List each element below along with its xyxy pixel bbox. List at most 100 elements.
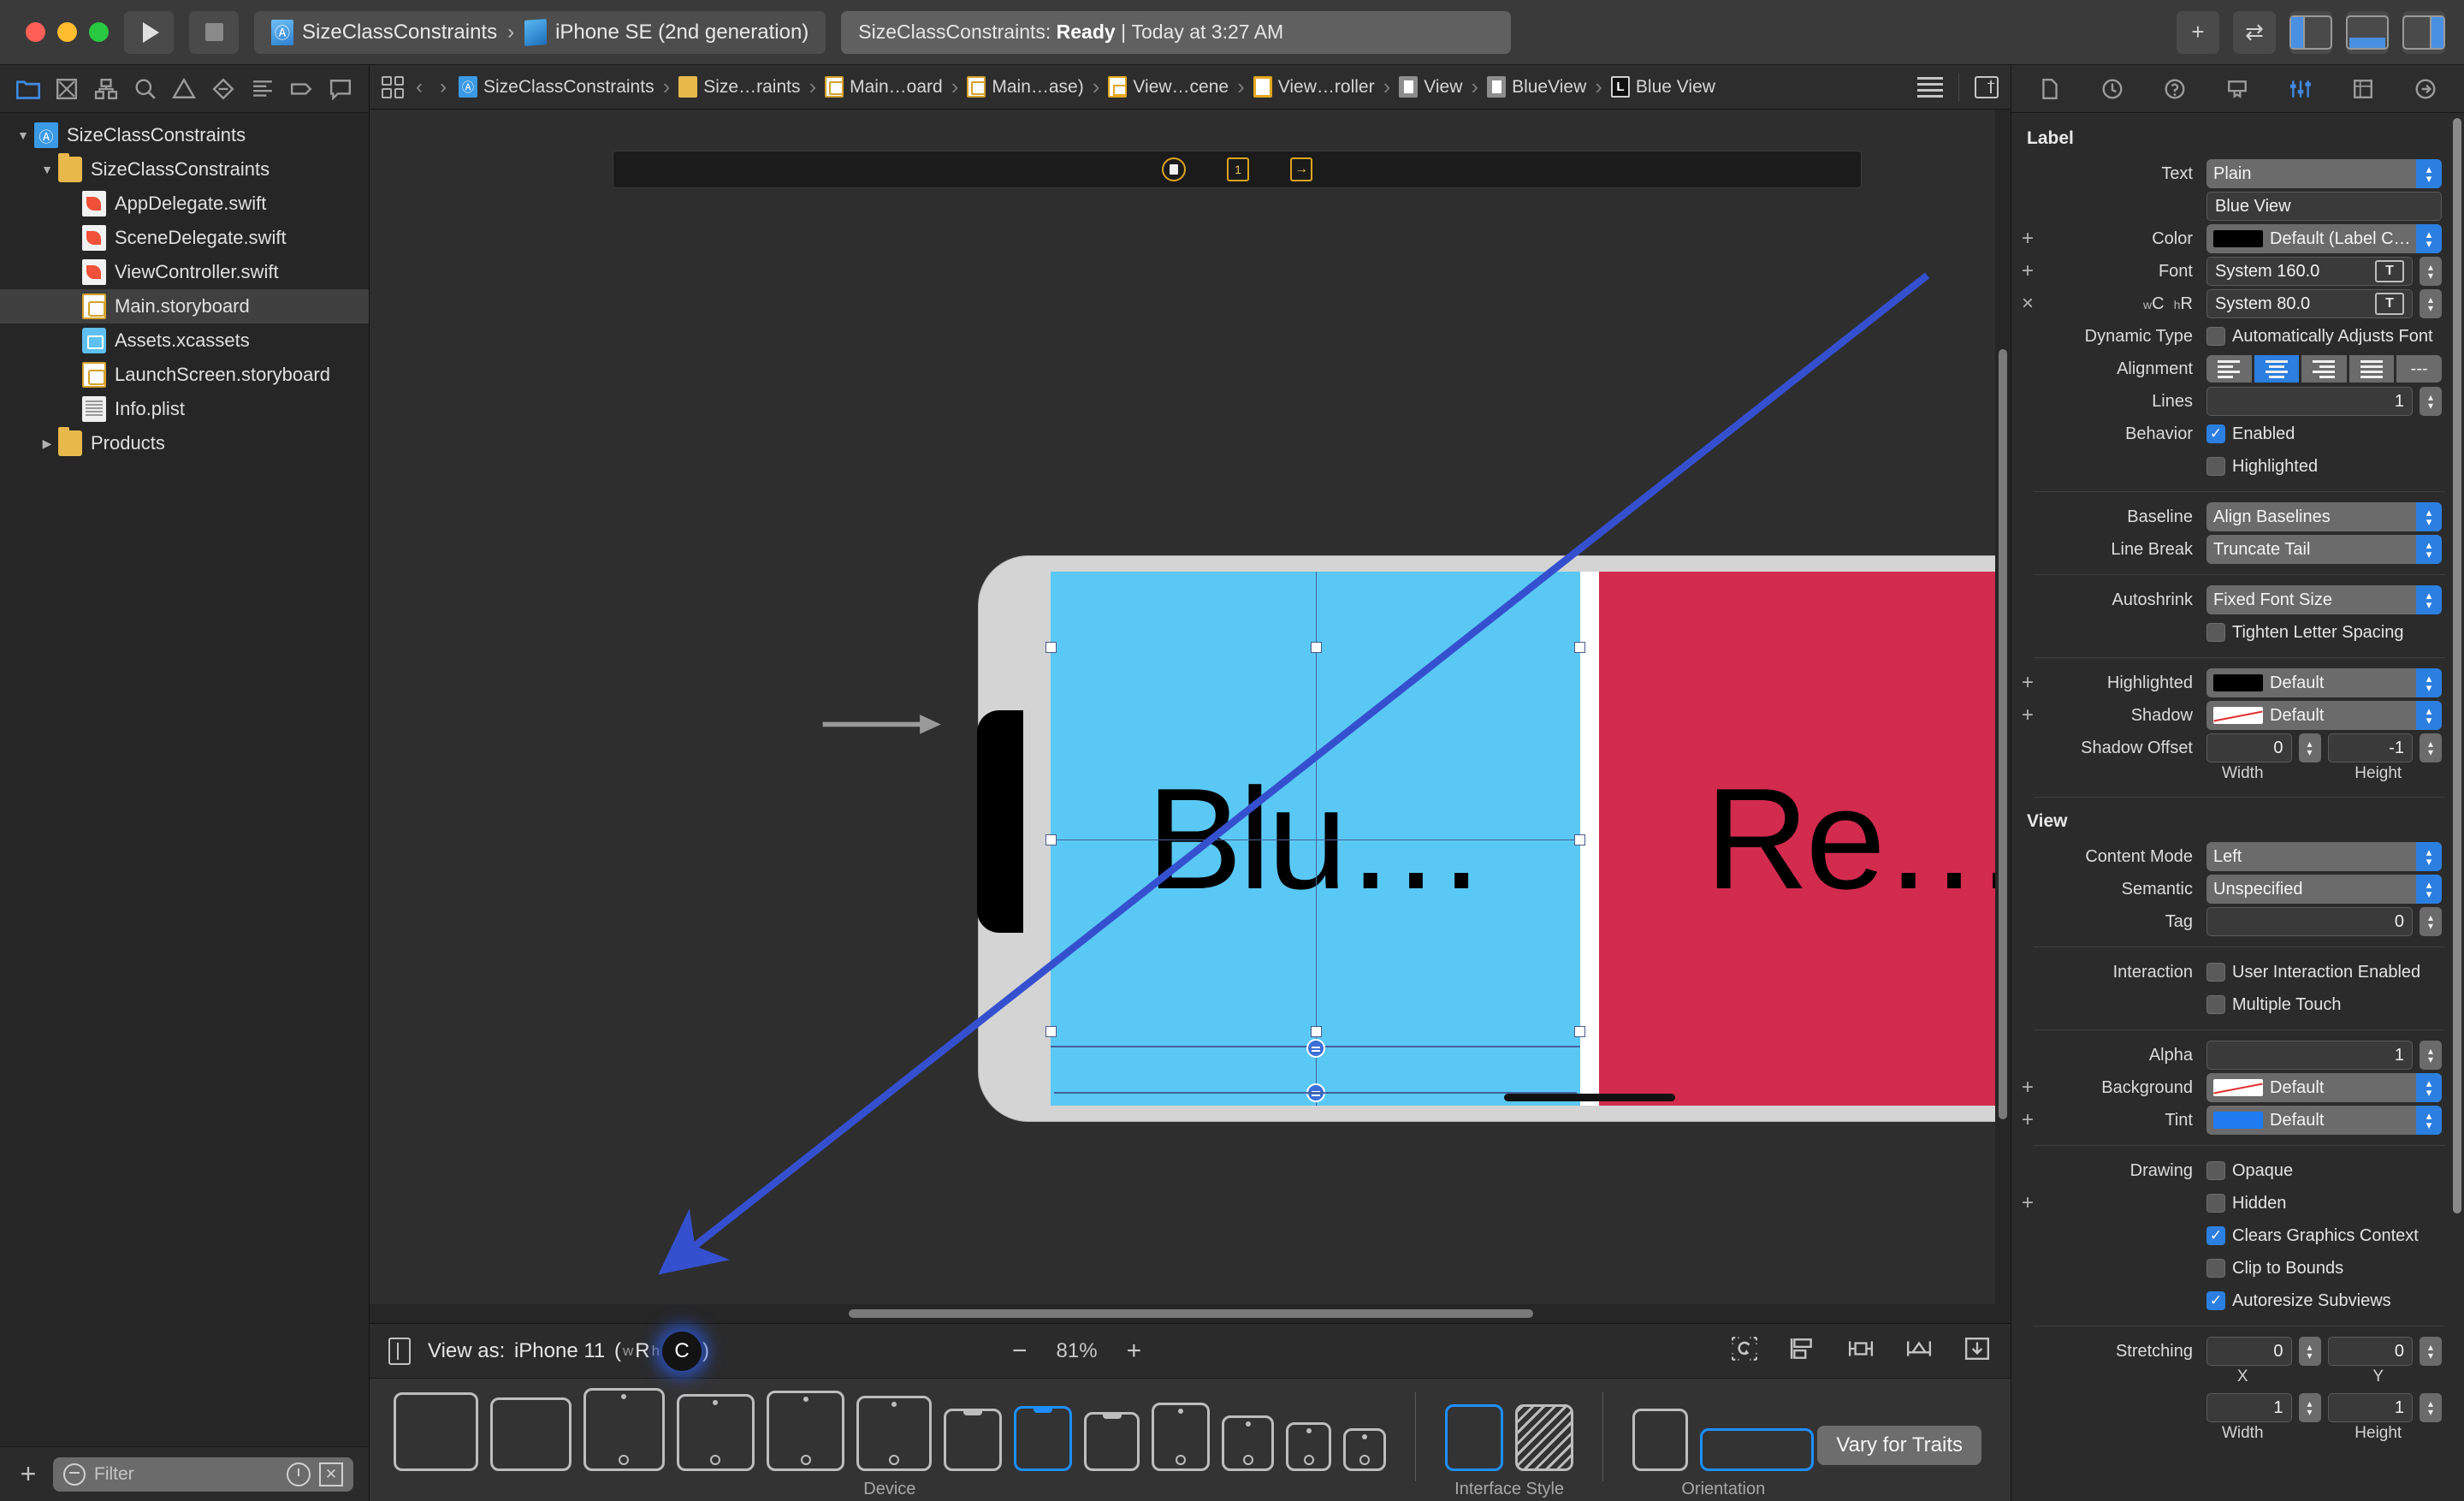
- alignment-row[interactable]: Alignment ---: [2011, 353, 2464, 385]
- background-row[interactable]: + Background Default ▴ ▾: [2011, 1071, 2464, 1104]
- text-style-select[interactable]: Plain ▴ ▾: [2206, 159, 2442, 188]
- tag-row[interactable]: Tag 0 ▴ ▾: [2011, 905, 2464, 938]
- debug-navigator-tab[interactable]: [248, 76, 277, 102]
- minimize-window-button[interactable]: [57, 22, 77, 42]
- font-row[interactable]: + Font System 160.0 T ▴ ▾: [2011, 255, 2464, 288]
- font-picker-icon[interactable]: T: [2375, 293, 2404, 315]
- stretching-xy-row[interactable]: Stretching 0 ▴ ▾ 0 ▴ ▾: [2011, 1335, 2464, 1368]
- add-variation-highlighted-button[interactable]: +: [2018, 671, 2037, 695]
- source-control-filter-icon[interactable]: [319, 1462, 343, 1486]
- file-inspector-tab[interactable]: [2035, 76, 2064, 102]
- device-option[interactable]: [676, 1393, 755, 1471]
- interface-style-option[interactable]: [1515, 1404, 1574, 1471]
- align-icon[interactable]: [1788, 1336, 1817, 1366]
- navigator-item[interactable]: ViewController.swift: [0, 255, 369, 289]
- user-interaction-row[interactable]: Interaction User Interaction Enabled: [2011, 956, 2464, 988]
- back-button[interactable]: ‹: [411, 75, 428, 99]
- shadow-select[interactable]: Default ▴ ▾: [2206, 701, 2442, 730]
- shadow-offset-height-field[interactable]: -1: [2327, 733, 2413, 762]
- breadcrumb-item[interactable]: Size…raints: [678, 76, 800, 98]
- update-frames-icon[interactable]: [1730, 1336, 1759, 1366]
- shadow-offset-height-stepper[interactable]: ▴ ▾: [2420, 733, 2442, 762]
- align-natural-button[interactable]: ---: [2396, 355, 2442, 383]
- semantic-row[interactable]: Semantic Unspecified ▴ ▾: [2011, 873, 2464, 905]
- forward-button[interactable]: ›: [435, 75, 452, 99]
- identity-inspector-tab[interactable]: [2223, 76, 2252, 102]
- hidden-checkbox[interactable]: [2206, 1194, 2225, 1213]
- device-option[interactable]: [489, 1397, 572, 1471]
- font-picker-icon[interactable]: T: [2375, 260, 2404, 282]
- navigator-item[interactable]: SceneDelegate.swift: [0, 221, 369, 255]
- trait-height-highlight[interactable]: C: [662, 1331, 702, 1371]
- toggle-assistant-button[interactable]: ⇄: [2233, 10, 2277, 54]
- align-justified-button[interactable]: [2348, 355, 2395, 383]
- alpha-row[interactable]: Alpha 1 ▴ ▾: [2011, 1039, 2464, 1071]
- stretching-height-field[interactable]: 1: [2327, 1393, 2413, 1422]
- device-preview[interactable]: Blu… Re…: [977, 556, 2011, 1121]
- device-option[interactable]: [1151, 1403, 1211, 1471]
- scene-dock[interactable]: 1: [613, 151, 1862, 188]
- multiple-touch-checkbox[interactable]: [2206, 995, 2225, 1014]
- content-mode-row[interactable]: Content Mode Left ▴ ▾: [2011, 840, 2464, 873]
- device-option[interactable]: [1084, 1411, 1140, 1471]
- lines-stepper[interactable]: ▴ ▾: [2420, 387, 2442, 416]
- navigator-item[interactable]: AppDelegate.swift: [0, 187, 369, 221]
- user-interaction-enabled-checkbox[interactable]: [2206, 963, 2225, 982]
- filter-field[interactable]: Filter: [53, 1457, 353, 1492]
- vary-for-traits-button[interactable]: Vary for Traits: [1817, 1426, 1981, 1465]
- alignment-segmented-control[interactable]: ---: [2206, 355, 2442, 383]
- red-view-label[interactable]: Re…: [1705, 767, 2011, 911]
- tighten-letter-spacing-row[interactable]: Tighten Letter Spacing: [2011, 616, 2464, 649]
- font-field[interactable]: System 160.0 T: [2206, 257, 2413, 286]
- highlighted-color-row[interactable]: + Highlighted Default ▴ ▾: [2011, 667, 2464, 699]
- clears-graphics-context-checkbox[interactable]: [2206, 1226, 2225, 1245]
- color-row[interactable]: + Color Default (Label C… ▴ ▾: [2011, 222, 2464, 255]
- tighten-letter-spacing-checkbox[interactable]: [2206, 623, 2225, 642]
- navigator-item[interactable]: Assets.xcassets: [0, 323, 369, 358]
- close-window-button[interactable]: [26, 22, 45, 42]
- multiple-touch-row[interactable]: Multiple Touch: [2011, 988, 2464, 1021]
- font-variation-field[interactable]: System 80.0 T: [2206, 289, 2413, 318]
- drawing-clip-row[interactable]: Clip to Bounds: [2011, 1252, 2464, 1284]
- device-option[interactable]: [1222, 1415, 1275, 1471]
- add-variation-color-button[interactable]: +: [2018, 227, 2037, 251]
- breadcrumb-item[interactable]: Main…oard: [825, 76, 943, 98]
- shadow-offset-width-stepper[interactable]: ▴ ▾: [2298, 733, 2321, 762]
- disclosure-triangle-icon[interactable]: ▼: [12, 128, 34, 142]
- activity-status-bar[interactable]: SizeClassConstraints: Ready | Today at 3…: [841, 10, 1511, 54]
- highlighted-color-select[interactable]: Default ▴ ▾: [2206, 668, 2442, 697]
- device-option[interactable]: [856, 1395, 932, 1471]
- line-break-row[interactable]: Line Break Truncate Tail ▴ ▾: [2011, 533, 2464, 566]
- text-content-field[interactable]: Blue View: [2206, 192, 2442, 221]
- shadow-row[interactable]: + Shadow Default ▴ ▾: [2011, 699, 2464, 732]
- device-option[interactable]: [1286, 1422, 1332, 1471]
- behavior-enabled-row[interactable]: Behavior Enabled: [2011, 418, 2464, 450]
- color-select[interactable]: Default (Label C… ▴ ▾: [2206, 224, 2442, 253]
- symbol-navigator-tab[interactable]: [92, 76, 121, 102]
- font-stepper[interactable]: ▴ ▾: [2420, 257, 2442, 286]
- toggle-debug-area-button[interactable]: [2346, 10, 2390, 54]
- interface-builder-canvas[interactable]: 1 Blu…: [370, 110, 2011, 1323]
- baseline-row[interactable]: Baseline Align Baselines ▴ ▾: [2011, 501, 2464, 533]
- add-editor-button[interactable]: +: [2177, 10, 2220, 54]
- drawing-opaque-row[interactable]: Drawing Opaque: [2011, 1154, 2464, 1187]
- source-control-navigator-tab[interactable]: [52, 76, 81, 102]
- tag-field[interactable]: 0: [2206, 907, 2413, 936]
- constraint-pin[interactable]: [1306, 1039, 1325, 1058]
- navigator-item[interactable]: LaunchScreen.storyboard: [0, 358, 369, 392]
- stretching-width-stepper[interactable]: ▴ ▾: [2298, 1393, 2321, 1422]
- device-option[interactable]: [1343, 1427, 1386, 1471]
- blue-view[interactable]: Blu…: [1045, 572, 1585, 1106]
- tint-select[interactable]: Default ▴ ▾: [2206, 1106, 2442, 1135]
- tag-stepper[interactable]: ▴ ▾: [2420, 907, 2442, 936]
- enabled-checkbox[interactable]: [2206, 424, 2225, 443]
- zoom-window-button[interactable]: [89, 22, 109, 42]
- stretching-y-field[interactable]: 0: [2327, 1337, 2413, 1366]
- breadcrumb-item[interactable]: L Blue View: [1610, 76, 1715, 98]
- automatically-adjusts-font-checkbox[interactable]: [2206, 327, 2225, 346]
- baseline-select[interactable]: Align Baselines ▴ ▾: [2206, 502, 2442, 531]
- zoom-in-button[interactable]: +: [1127, 1337, 1142, 1366]
- device-option[interactable]: [766, 1390, 845, 1471]
- clip-to-bounds-checkbox[interactable]: [2206, 1259, 2225, 1278]
- stretching-height-stepper[interactable]: ▴ ▾: [2420, 1393, 2442, 1422]
